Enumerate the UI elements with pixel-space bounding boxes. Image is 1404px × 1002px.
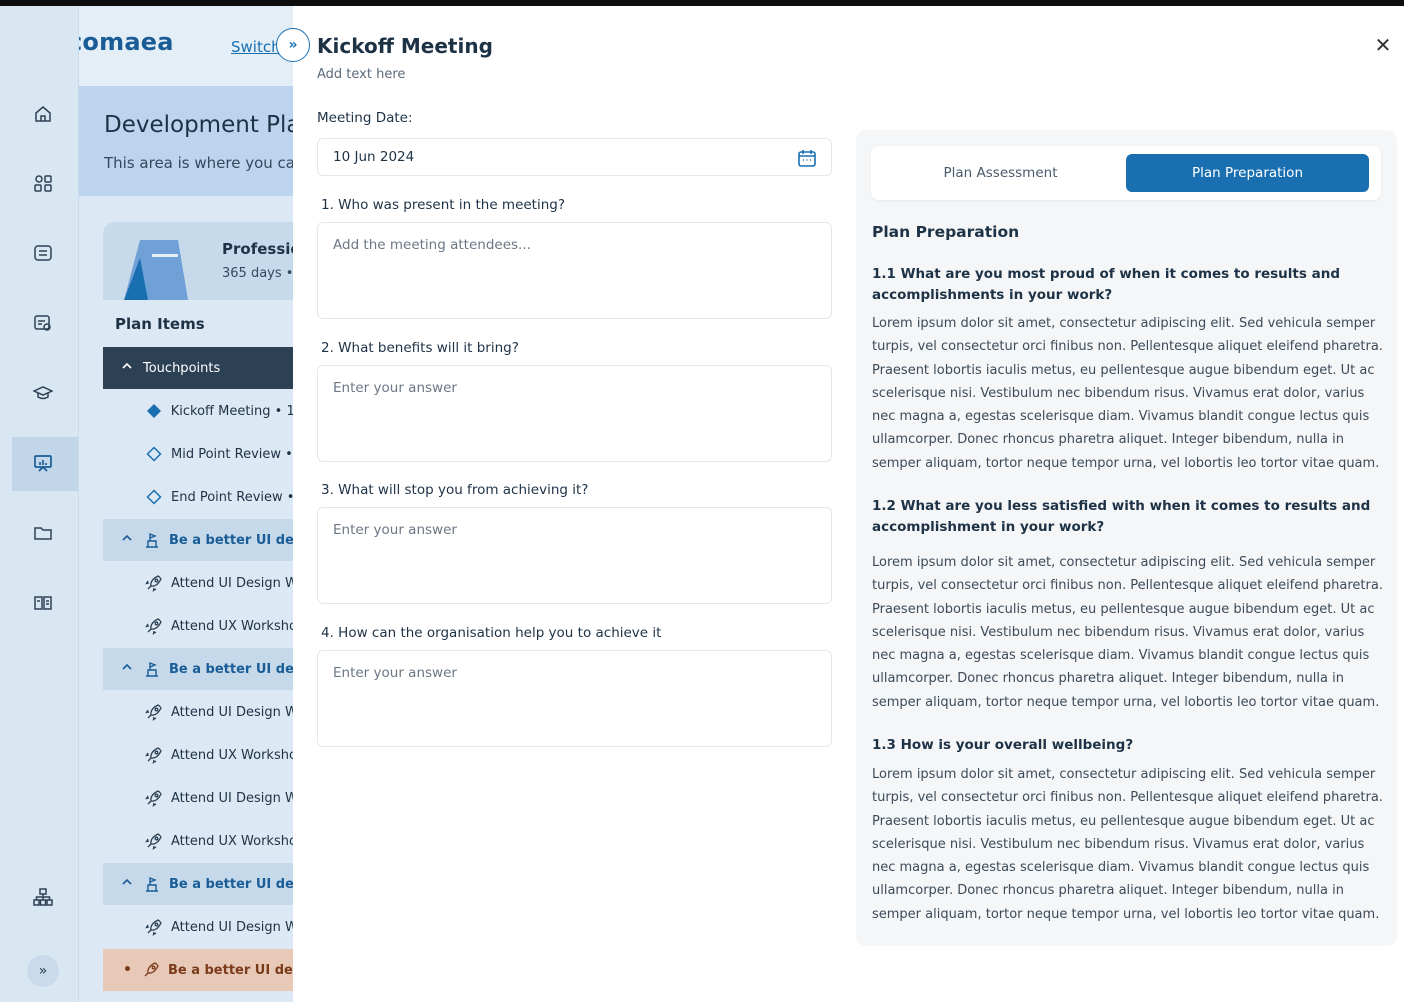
goal-section[interactable]: Be a better UI designer <box>103 519 303 561</box>
plan-items-heading: Plan Items <box>115 315 205 333</box>
rocket-icon <box>145 918 163 936</box>
graduation-cap-icon[interactable] <box>32 382 54 404</box>
attendees-placeholder: Add the meeting attendees... <box>333 237 531 253</box>
obstacles-placeholder: Enter your answer <box>333 522 457 538</box>
plan-preparation-title: Plan Preparation <box>872 223 1020 241</box>
plan-card-days: 365 days • <box>222 266 294 281</box>
question-2-label: 2. What benefits will it bring? <box>321 340 519 356</box>
prep-question-1: 1.1 What are you most proud of when it c… <box>872 266 1340 303</box>
organisation-help-placeholder: Enter your answer <box>333 665 457 681</box>
rocket-icon <box>145 703 163 721</box>
checklist-icon[interactable] <box>32 242 54 264</box>
plan-item-label: Be a better UI designer <box>167 962 303 978</box>
plan-item[interactable]: Attend UX Workshop <box>103 734 303 776</box>
plan-illustration-icon <box>124 240 188 300</box>
plan-item[interactable]: Attend UI Design Workshop <box>103 691 303 733</box>
page-title: Development Plan <box>104 112 316 138</box>
goal-icon <box>143 875 161 893</box>
obstacles-textarea[interactable]: Enter your answer <box>317 507 832 604</box>
drawer-subtitle[interactable]: Add text here <box>317 67 405 82</box>
home-icon[interactable] <box>32 103 54 125</box>
plan-item-label: Be a better UI designer <box>169 661 303 677</box>
rocket-icon <box>145 574 163 592</box>
diamond-filled-icon <box>145 402 163 420</box>
plan-item-label: Attend UI Design Workshop <box>171 919 303 935</box>
diamond-icon <box>145 488 163 506</box>
plan-tabs: Plan Assessment Plan Preparation <box>871 146 1381 200</box>
plan-item-label: Attend UX Workshop <box>171 747 303 763</box>
meeting-date-label: Meeting Date: <box>317 110 413 126</box>
plan-item-label: Be a better UI designer <box>169 532 303 548</box>
plan-item[interactable]: Attend UX Workshop <box>103 820 303 862</box>
diamond-icon <box>145 445 163 463</box>
calendar-icon[interactable] <box>797 148 817 168</box>
book-icon[interactable] <box>32 592 54 614</box>
chevron-up-icon[interactable] <box>121 661 133 677</box>
benefits-textarea[interactable]: Enter your answer <box>317 365 832 462</box>
plan-item-label: Attend UX Workshop <box>171 833 303 849</box>
plan-item-label: Kickoff Meeting • 19 <box>170 403 303 419</box>
nav-rail <box>0 6 79 1002</box>
prep-question-3: 1.3 How is your overall wellbeing? <box>872 737 1134 753</box>
chevron-up-icon[interactable] <box>121 876 133 892</box>
drawer-title: Kickoff Meeting <box>317 34 493 58</box>
development-plan-banner <box>79 86 299 196</box>
rocket-icon <box>145 617 163 635</box>
switch-link[interactable]: Switch <box>231 38 281 56</box>
org-chart-icon[interactable] <box>32 886 54 908</box>
collapse-drawer-button[interactable]: » <box>276 28 310 62</box>
folder-icon[interactable] <box>32 522 54 544</box>
meeting-date-input[interactable]: 10 Jun 2024 <box>317 138 832 176</box>
close-icon[interactable]: ✕ <box>1372 33 1394 57</box>
rocket-icon <box>145 832 163 850</box>
plan-item-label: Attend UX Workshop <box>171 618 303 634</box>
plan-item[interactable]: Attend UI Design Workshop <box>103 906 303 948</box>
tab-plan-preparation[interactable]: Plan Preparation <box>1126 154 1369 192</box>
question-1-label: 1. Who was present in the meeting? <box>321 197 566 213</box>
rocket-icon <box>145 789 163 807</box>
rocket-icon <box>145 746 163 764</box>
meeting-date-value: 10 Jun 2024 <box>333 149 415 165</box>
question-3-label: 3. What will stop you from achieving it? <box>321 482 589 498</box>
plan-item[interactable]: Attend UI Design Workshop <box>103 777 303 819</box>
logo-text: comaea <box>68 28 174 56</box>
presentation-icon[interactable] <box>32 452 54 474</box>
goal-section[interactable]: Be a better UI designer <box>103 648 303 690</box>
touchpoints-section[interactable]: Touchpoints <box>103 347 303 389</box>
plan-item[interactable]: Kickoff Meeting • 19 <box>103 390 303 432</box>
plan-item-label: Attend UI Design Workshop <box>171 704 303 720</box>
prep-answer-3: Lorem ipsum dolor sit amet, consectetur … <box>872 767 1383 922</box>
plan-item-label: Attend UI Design Workshop <box>171 575 303 591</box>
plan-item-label: Attend UI Design Workshop <box>171 790 303 806</box>
prep-question-2: 1.2 What are you less satisfied with whe… <box>872 498 1371 535</box>
bullet-icon: • <box>123 962 132 978</box>
selected-goal-item[interactable]: • Be a better UI designer <box>103 949 303 991</box>
goal-icon <box>143 531 161 549</box>
review-icon[interactable] <box>32 312 54 334</box>
expand-icon[interactable]: » <box>27 955 59 987</box>
goal-section[interactable]: Be a better UI designer <box>103 863 303 905</box>
prep-answer-1: Lorem ipsum dolor sit amet, consectetur … <box>872 316 1383 471</box>
plan-item[interactable]: Mid Point Review • <box>103 433 303 475</box>
dashboard-icon[interactable] <box>32 172 54 194</box>
organisation-help-textarea[interactable]: Enter your answer <box>317 650 832 747</box>
plan-item-label: Touchpoints <box>143 360 221 376</box>
prep-answer-2: Lorem ipsum dolor sit amet, consectetur … <box>872 555 1383 710</box>
tab-plan-assessment[interactable]: Plan Assessment <box>879 154 1122 192</box>
plan-item[interactable]: End Point Review • <box>103 476 303 518</box>
attendees-textarea[interactable]: Add the meeting attendees... <box>317 222 832 319</box>
plan-item-label: Mid Point Review • <box>171 446 293 462</box>
page-subtitle: This area is where you can <box>104 154 305 172</box>
plan-item-label: Be a better UI designer <box>169 876 303 892</box>
rocket-icon <box>142 961 160 979</box>
chevron-up-icon[interactable] <box>121 360 133 376</box>
benefits-placeholder: Enter your answer <box>333 380 457 396</box>
question-4-label: 4. How can the organisation help you to … <box>321 625 662 641</box>
plan-item-label: End Point Review • <box>171 489 295 505</box>
plan-item[interactable]: Attend UI Design Workshop <box>103 562 303 604</box>
goal-icon <box>143 660 161 678</box>
chevron-up-icon[interactable] <box>121 532 133 548</box>
plan-item[interactable]: Attend UX Workshop <box>103 605 303 647</box>
